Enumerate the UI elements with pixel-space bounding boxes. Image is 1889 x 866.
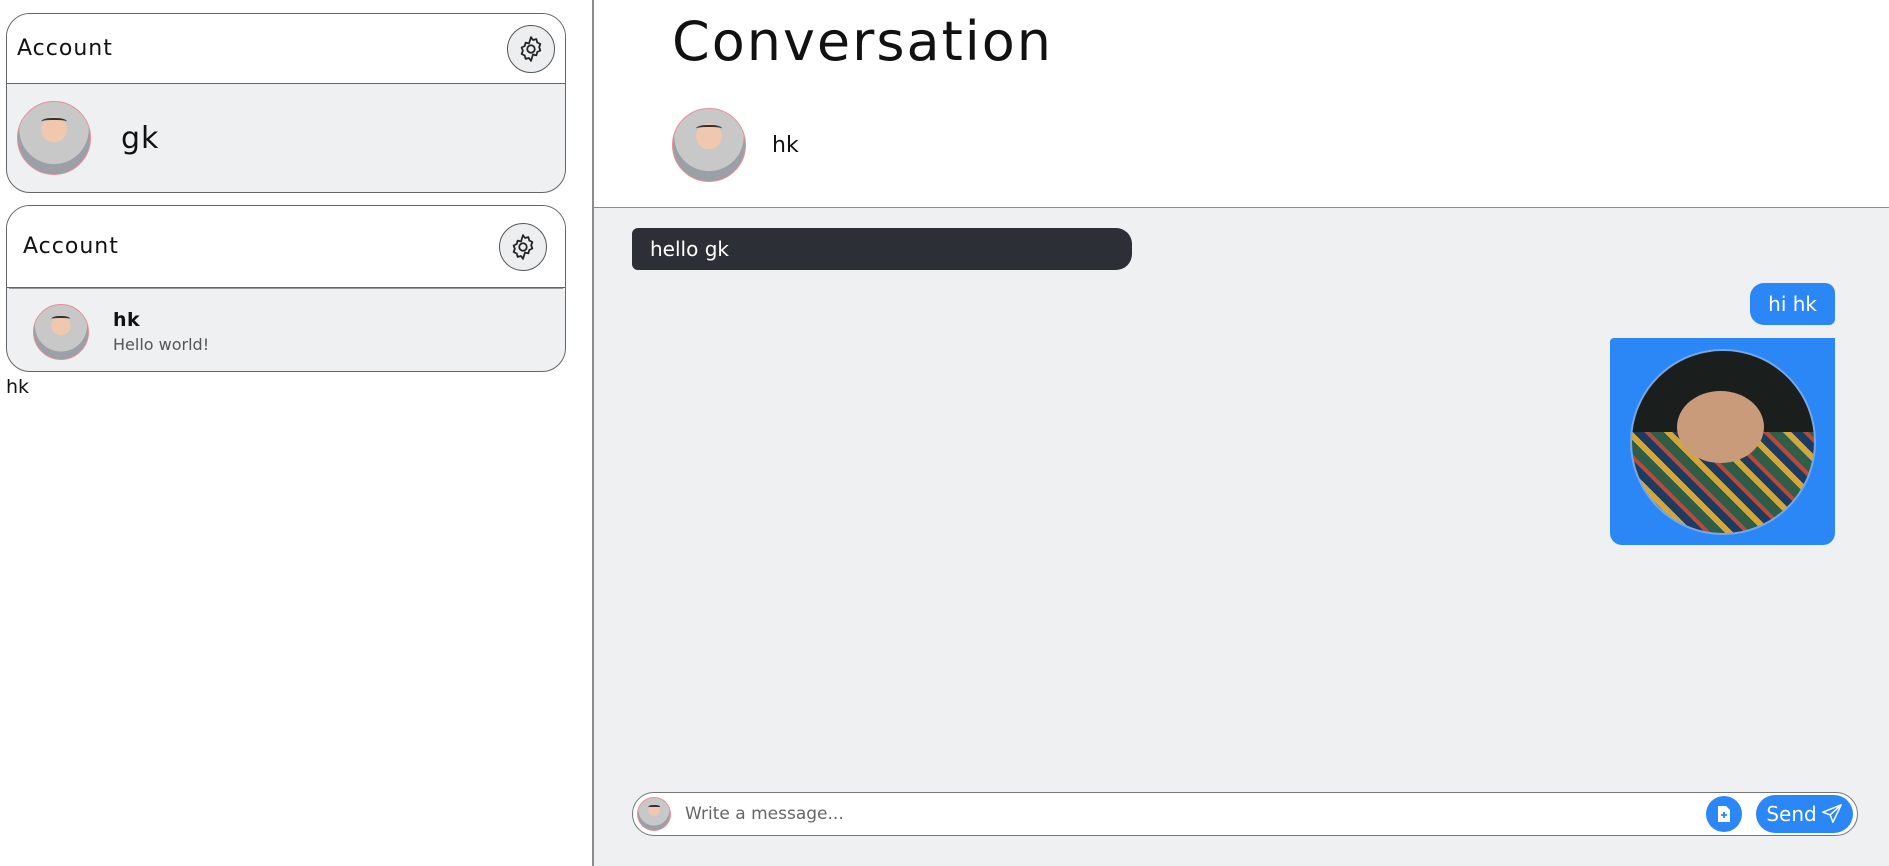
message-composer: Send [632, 792, 1858, 836]
participant-name: hk [772, 132, 799, 158]
send-label: Send [1766, 802, 1817, 826]
settings-button[interactable] [507, 24, 555, 73]
file-plus-icon [1718, 806, 1730, 822]
gear-icon [520, 35, 542, 62]
page-title: Conversation [672, 10, 1054, 73]
contact-text: hk Hello world! [113, 309, 209, 354]
outgoing-message: hi hk [1750, 283, 1835, 325]
account-card-title: Account [17, 36, 113, 61]
avatar [672, 108, 746, 182]
message-input[interactable] [683, 803, 1706, 825]
current-user-name: gk [121, 120, 160, 156]
contacts-card-title: Account [23, 234, 119, 259]
message-photo [1629, 348, 1816, 535]
contact-list-item[interactable]: hk Hello world! [9, 288, 563, 371]
conversation-header: Conversation hk [594, 0, 1889, 208]
contact-name: hk [113, 309, 141, 331]
account-card: Account gk [6, 13, 566, 193]
message-area[interactable]: hello gk hi hk Send [594, 208, 1889, 866]
settings-button[interactable] [499, 222, 547, 271]
paper-plane-icon [1821, 804, 1842, 823]
sidebar: Account gk Account hk Hello world! hk [0, 0, 592, 866]
avatar [17, 101, 91, 175]
attach-file-button[interactable] [1706, 796, 1742, 832]
contact-last-message: Hello world! [113, 335, 210, 354]
send-button[interactable]: Send [1756, 795, 1853, 833]
gear-icon [512, 233, 534, 260]
conversation-panel: Conversation hk hello gk hi hk Send [594, 0, 1889, 866]
avatar [33, 303, 89, 360]
selected-contact-label: hk [6, 376, 30, 398]
outgoing-image-message[interactable] [1610, 338, 1835, 545]
current-user-row: gk [7, 84, 565, 192]
avatar [637, 797, 671, 831]
incoming-message: hello gk [632, 228, 1132, 270]
conversation-participant[interactable]: hk [672, 108, 799, 182]
account-card-header: Account [7, 14, 565, 84]
contacts-card: Account hk Hello world! [6, 205, 566, 372]
contacts-card-header: Account [7, 206, 565, 288]
